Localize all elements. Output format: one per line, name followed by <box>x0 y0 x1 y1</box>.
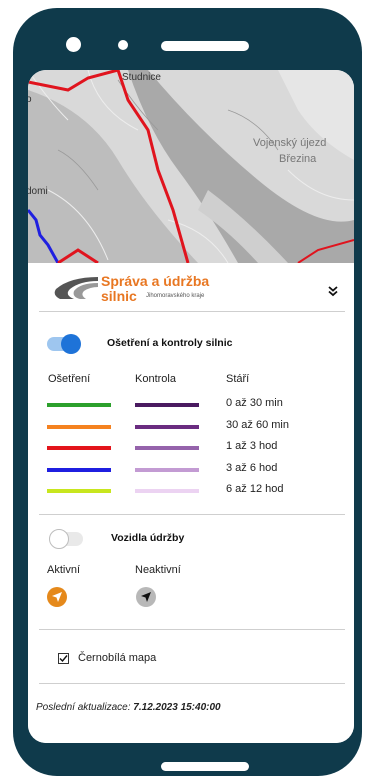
vehicles-section-title: Vozidla údržby <box>111 532 185 544</box>
treatment-line-swatch <box>47 489 111 493</box>
logo-subtitle: Jihomoravského kraje <box>146 293 205 299</box>
double-chevron-down-icon[interactable] <box>327 285 339 300</box>
checkmark-icon <box>59 655 68 663</box>
map-label-studnice: Studnice <box>122 72 161 83</box>
treatment-line-swatch <box>47 467 111 472</box>
treatment-line-swatch <box>47 403 111 407</box>
treatment-line-swatch <box>47 424 111 429</box>
divider <box>39 311 345 312</box>
speaker-slot <box>161 41 249 51</box>
bw-map-checkbox[interactable] <box>58 653 69 664</box>
col-header-control: Kontrola <box>135 373 176 385</box>
vehicle-inactive-label: Neaktivní <box>135 564 181 576</box>
age-label: 6 až 12 hod <box>226 483 284 495</box>
logo-mark-icon <box>54 277 98 299</box>
control-line-swatch <box>135 489 199 493</box>
divider <box>39 683 345 684</box>
navigation-arrow-inactive-icon <box>136 587 156 607</box>
sensor-icon <box>118 40 128 50</box>
treatment-line-swatch <box>47 446 111 450</box>
camera-icon <box>66 37 81 52</box>
age-label: 3 až 6 hod <box>226 461 278 474</box>
navigation-arrow-active-icon <box>47 587 67 607</box>
bw-map-label: Černobílá mapa <box>78 652 157 664</box>
last-update-value: 7.12.2023 15:40:00 <box>133 702 221 713</box>
age-label: 30 až 60 min <box>226 418 289 431</box>
divider <box>39 629 345 630</box>
map-label-brezina: Březina <box>279 153 317 165</box>
app-screen: Studnice Vojenský újezd Březina domi o S… <box>28 70 354 743</box>
map-canvas[interactable]: Studnice Vojenský újezd Březina domi o <box>28 70 354 263</box>
control-line-swatch <box>135 446 199 450</box>
col-header-age: Stáří <box>226 373 250 385</box>
legend-panel: Správa a údržba silnic Jihomoravského kr… <box>28 263 354 743</box>
logo-title-line1: Správa a údržba <box>101 273 210 289</box>
logo-title-line2: silnic <box>101 288 137 304</box>
map-view[interactable]: Studnice Vojenský újezd Březina domi o <box>28 70 354 263</box>
home-indicator[interactable] <box>161 762 249 771</box>
map-label-domi: domi <box>28 186 48 197</box>
map-label-vojensky-ujezd: Vojenský újezd <box>253 137 326 149</box>
control-line-swatch <box>135 424 199 429</box>
age-label: 0 až 30 min <box>226 397 283 409</box>
control-line-swatch <box>135 467 199 472</box>
last-update: Poslední aktualizace: 7.12.2023 15:40:00 <box>36 702 221 713</box>
treatment-toggle[interactable] <box>47 334 81 354</box>
divider <box>39 514 345 515</box>
map-label-o: o <box>28 94 32 105</box>
logo-row: Správa a údržba silnic Jihomoravského kr… <box>50 271 340 304</box>
vehicles-toggle[interactable] <box>49 529 83 549</box>
last-update-prefix: Poslední aktualizace: <box>36 702 131 713</box>
age-label: 1 až 3 hod <box>226 440 278 452</box>
control-line-swatch <box>135 403 199 407</box>
treatment-section-title: Ošetření a kontroly silnic <box>107 337 233 349</box>
vehicle-active-label: Aktivní <box>47 564 81 576</box>
col-header-treatment: Ošetření <box>48 373 91 385</box>
